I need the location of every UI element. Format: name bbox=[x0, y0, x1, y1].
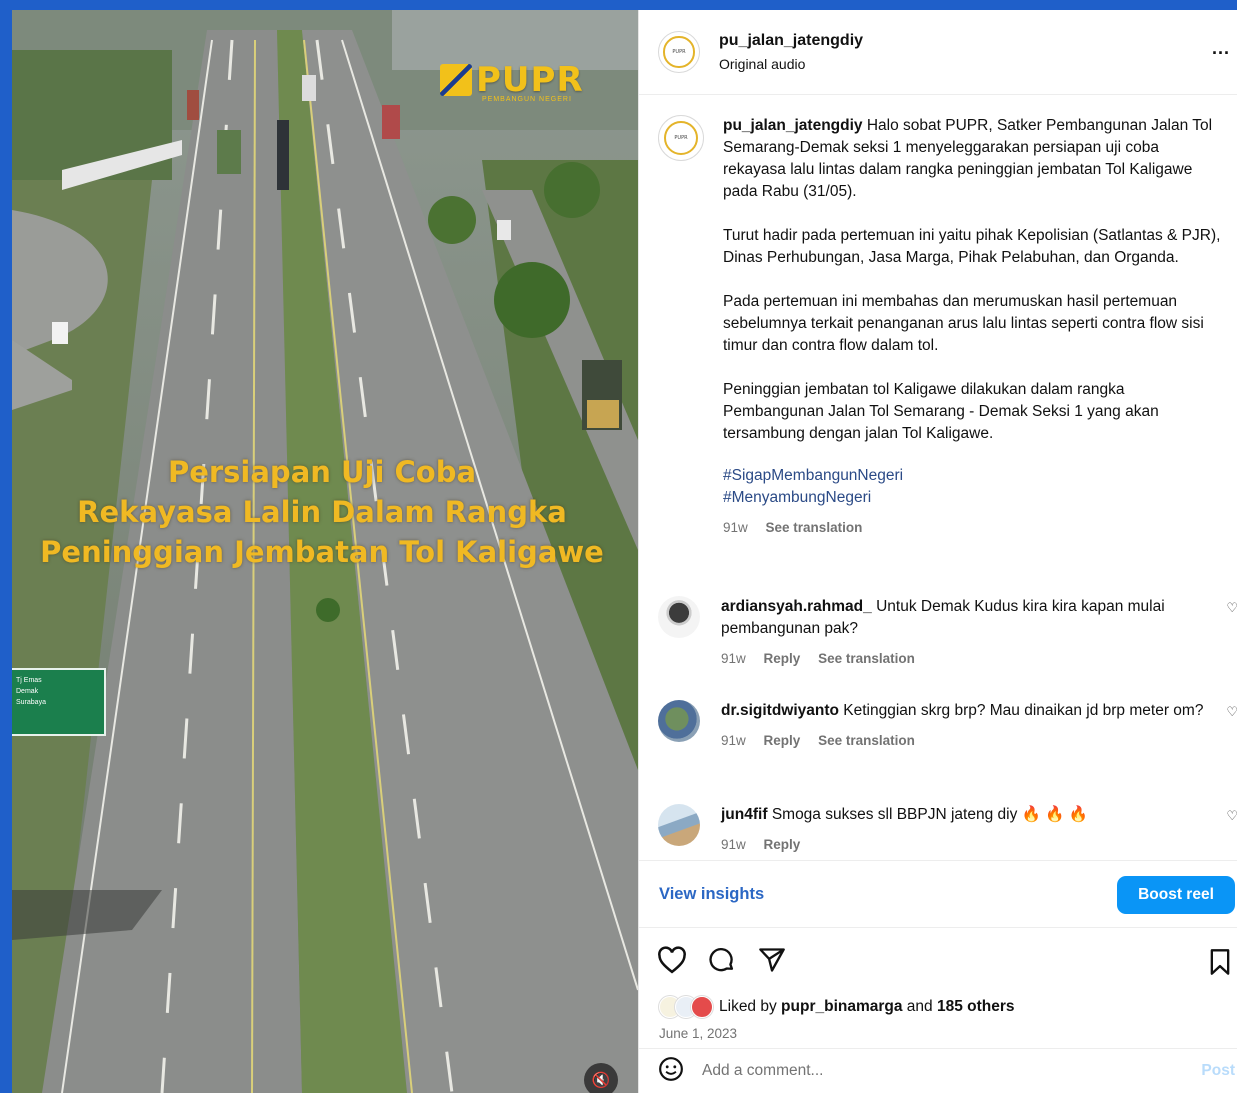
post-caption: PUPR pu_jalan_jatengdiy Halo sobat PUPR,… bbox=[658, 115, 1233, 539]
speaker-muted-icon: 🔇 bbox=[591, 1072, 611, 1089]
original-audio-link[interactable]: Original audio bbox=[719, 56, 863, 72]
comment-age: 91w bbox=[721, 651, 746, 666]
emoji-smiley-icon[interactable] bbox=[658, 1056, 684, 1087]
likes-middle: and bbox=[902, 998, 937, 1015]
comment-like-heart-icon[interactable]: ♡ bbox=[1226, 600, 1237, 616]
video-overlay-title: Persiapan Uji Coba Rekayasa Lalin Dalam … bbox=[22, 452, 622, 572]
caption-hashtags: #SigapMembangunNegeri #MenyambungNegeri bbox=[723, 465, 1223, 509]
post-date: June 1, 2023 bbox=[659, 1026, 738, 1041]
comment-like-heart-icon[interactable]: ♡ bbox=[1226, 808, 1237, 824]
commenter-avatar[interactable] bbox=[658, 596, 700, 638]
liked-by-username[interactable]: pupr_binamarga bbox=[781, 998, 902, 1016]
overlay-line: Rekayasa Lalin Dalam Rangka bbox=[77, 495, 567, 529]
account-avatar-logo: PUPR bbox=[663, 36, 695, 68]
pupr-logo: PUPR bbox=[440, 60, 584, 100]
comment-input[interactable] bbox=[702, 1062, 1172, 1080]
post-actions: Liked by pupr_binamarga and 185 others J… bbox=[639, 928, 1237, 1048]
pupr-logo-text: PUPR bbox=[476, 60, 584, 100]
pupr-logo-subtitle: PEMBANGUN NEGERI bbox=[482, 96, 572, 103]
likes-summary: Liked by pupr_binamarga and 185 others bbox=[659, 996, 1015, 1018]
comment-subline: 91w Reply See translation bbox=[721, 648, 1211, 670]
commenter-avatar[interactable] bbox=[658, 700, 700, 742]
comment-username[interactable]: jun4fif bbox=[721, 806, 768, 823]
comment-age: 91w bbox=[721, 837, 746, 852]
caption-body: pu_jalan_jatengdiy Halo sobat PUPR, Satk… bbox=[723, 115, 1223, 539]
caption-age: 91w bbox=[723, 520, 748, 535]
caption-avatar[interactable]: PUPR bbox=[658, 115, 704, 161]
road-sign-line: Tj Emas bbox=[16, 677, 42, 684]
caption-paragraph: Peninggian jembatan tol Kaligawe dilakuk… bbox=[723, 381, 1159, 442]
comment-item: ardiansyah.rahmad_ Untuk Demak Kudus kir… bbox=[658, 596, 1237, 670]
comment-bubble-icon[interactable] bbox=[707, 946, 737, 979]
comment-item: dr.sigitdwiyanto Ketinggian skrg brp? Ma… bbox=[658, 700, 1237, 752]
comment-age: 91w bbox=[721, 733, 746, 748]
comment-like-heart-icon[interactable]: ♡ bbox=[1226, 704, 1237, 720]
caption-subline: 91w See translation bbox=[723, 517, 1223, 539]
likes-others-link[interactable]: 185 others bbox=[937, 998, 1015, 1016]
comment-item: jun4fif Smoga sukses sll BBPJN jateng di… bbox=[658, 804, 1237, 856]
save-bookmark-icon[interactable] bbox=[1208, 948, 1232, 981]
reply-button[interactable]: Reply bbox=[764, 837, 801, 852]
post-details-panel: PUPR pu_jalan_jatengdiy Original audio .… bbox=[638, 10, 1237, 1093]
add-comment-bar: Post bbox=[639, 1048, 1237, 1093]
comment-text-line: ardiansyah.rahmad_ Untuk Demak Kudus kir… bbox=[721, 596, 1211, 640]
boost-reel-button[interactable]: Boost reel bbox=[1117, 876, 1235, 914]
more-options-icon[interactable]: ... bbox=[1212, 38, 1230, 59]
header-username[interactable]: pu_jalan_jatengdiy bbox=[719, 32, 863, 50]
comment-text: Smoga sukses sll BBPJN jateng diy 🔥 🔥 🔥 bbox=[771, 806, 1089, 823]
comment-body: jun4fif Smoga sukses sll BBPJN jateng di… bbox=[721, 804, 1211, 856]
caption-avatar-logo: PUPR bbox=[663, 120, 699, 156]
commenter-avatar[interactable] bbox=[658, 804, 700, 846]
liker-avatar bbox=[691, 996, 713, 1018]
share-send-icon[interactable] bbox=[757, 946, 787, 979]
caption-paragraph: Turut hadir pada pertemuan ini yaitu pih… bbox=[723, 227, 1221, 266]
likes-prefix: Liked by bbox=[719, 998, 782, 1015]
comment-text-line: dr.sigitdwiyanto Ketinggian skrg brp? Ma… bbox=[721, 700, 1211, 722]
post-header: PUPR pu_jalan_jatengdiy Original audio .… bbox=[639, 10, 1237, 95]
caption-username[interactable]: pu_jalan_jatengdiy bbox=[723, 117, 863, 134]
comments-scroll-area[interactable]: PUPR pu_jalan_jatengdiy Halo sobat PUPR,… bbox=[639, 96, 1237, 860]
action-icons bbox=[657, 946, 787, 979]
instagram-reel-window: PUPR PEMBANGUN NEGERI Tj Emas Demak Sura… bbox=[12, 10, 1237, 1093]
account-avatar[interactable]: PUPR bbox=[658, 31, 700, 73]
comment-text: Ketinggian skrg brp? Mau dinaikan jd brp… bbox=[843, 702, 1204, 719]
like-heart-icon[interactable] bbox=[657, 946, 687, 979]
caption-paragraph: Pada pertemuan ini membahas dan merumusk… bbox=[723, 293, 1204, 354]
road-sign: Tj Emas Demak Surabaya bbox=[12, 668, 106, 736]
mute-button[interactable]: 🔇 bbox=[584, 1063, 618, 1093]
see-translation-link[interactable]: See translation bbox=[818, 733, 915, 748]
reply-button[interactable]: Reply bbox=[764, 651, 801, 666]
overlay-line: Peninggian Jembatan Tol Kaligawe bbox=[40, 535, 604, 569]
hashtag-link[interactable]: #MenyambungNegeri bbox=[723, 487, 1223, 509]
pupr-logo-icon bbox=[440, 64, 472, 96]
reel-video[interactable]: PUPR PEMBANGUN NEGERI Tj Emas Demak Sura… bbox=[12, 10, 638, 1093]
comment-body: ardiansyah.rahmad_ Untuk Demak Kudus kir… bbox=[721, 596, 1211, 670]
comment-username[interactable]: dr.sigitdwiyanto bbox=[721, 702, 839, 719]
reply-button[interactable]: Reply bbox=[764, 733, 801, 748]
liker-avatars bbox=[659, 996, 713, 1018]
see-translation-link[interactable]: See translation bbox=[818, 651, 915, 666]
comment-subline: 91w Reply See translation bbox=[721, 730, 1211, 752]
comment-username[interactable]: ardiansyah.rahmad_ bbox=[721, 598, 872, 615]
road-sign-line: Demak bbox=[16, 688, 39, 695]
post-comment-button[interactable]: Post bbox=[1201, 1062, 1235, 1080]
comment-body: dr.sigitdwiyanto Ketinggian skrg brp? Ma… bbox=[721, 700, 1211, 752]
header-meta: pu_jalan_jatengdiy Original audio bbox=[719, 32, 863, 72]
caption-paragraph: pu_jalan_jatengdiy Halo sobat PUPR, Satk… bbox=[723, 115, 1223, 203]
overlay-line: Persiapan Uji Coba bbox=[167, 455, 477, 489]
road-sign-line: Surabaya bbox=[16, 699, 46, 706]
hashtag-link[interactable]: #SigapMembangunNegeri bbox=[723, 465, 1223, 487]
view-insights-link[interactable]: View insights bbox=[659, 885, 764, 904]
insights-bar: View insights Boost reel bbox=[639, 860, 1237, 928]
comment-text-line: jun4fif Smoga sukses sll BBPJN jateng di… bbox=[721, 804, 1211, 826]
see-translation-link[interactable]: See translation bbox=[766, 520, 863, 535]
comment-subline: 91w Reply bbox=[721, 834, 1211, 856]
